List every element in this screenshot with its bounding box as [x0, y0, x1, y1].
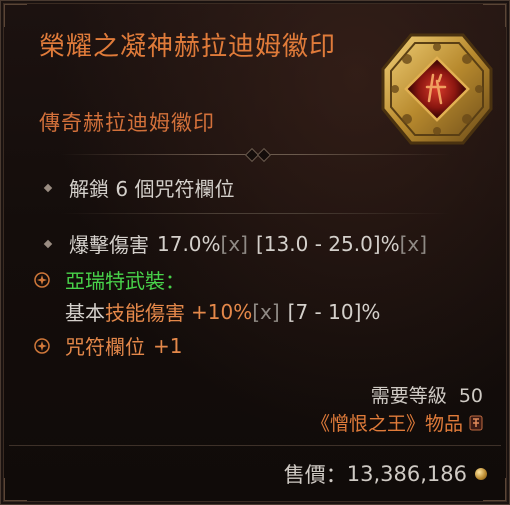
hexagonal-gold-sigil-icon	[381, 33, 493, 145]
level-value: 50	[458, 385, 483, 407]
aspect-range: [7 - 10]%	[287, 299, 381, 324]
item-tooltip: 榮耀之凝神赫拉迪姆徽印 傳奇赫拉迪姆徽印 解鎖 6 個咒符欄位 爆擊傷害 17.…	[0, 0, 510, 505]
item-title: 榮耀之凝神赫拉迪姆徽印	[39, 32, 337, 62]
expansion-tag: 《憎恨之王》物品	[311, 409, 483, 436]
rune-slot-label: 咒符欄位	[65, 335, 145, 359]
aspect-name: 亞瑞特武裝：	[65, 269, 185, 293]
affix-label: 爆擊傷害	[69, 233, 149, 257]
sell-value: 13,386,186	[346, 462, 467, 486]
rune-slot-value: +1	[153, 333, 183, 358]
aspect-keyword: 技能傷害	[105, 301, 185, 325]
sell-price: 售價： 13,386,186	[284, 459, 487, 489]
item-subtitle: 傳奇赫拉迪姆徽印	[39, 111, 215, 135]
bullet-icon	[43, 183, 53, 192]
affix-rune-slot: 咒符欄位 +1	[33, 331, 182, 360]
frame-corner	[4, 478, 27, 501]
affix-range: [13.0 - 25.0]%	[256, 231, 400, 256]
sell-label: 售價：	[283, 463, 347, 487]
expansion-emblem-icon	[469, 415, 483, 430]
aspect-line: 基本 技能傷害 +10% [x] [7 - 10]%	[65, 297, 380, 326]
level-requirement: 需要等級 50	[371, 381, 483, 408]
aspect-star-icon	[34, 271, 50, 288]
affix-value: 17.0%	[157, 231, 221, 256]
affix-crit-damage: 爆擊傷害 17.0% [x] [13.0 - 25.0]% [x]	[39, 229, 427, 258]
expansion-label: 《憎恨之王》物品	[310, 413, 463, 435]
section-divider	[61, 204, 451, 224]
footer-divider	[9, 445, 501, 446]
aspect-header: 亞瑞特武裝：	[33, 265, 185, 294]
affix-tag: [x]	[399, 231, 428, 256]
affix-tag: [x]	[220, 231, 248, 256]
affix-label: 解鎖 6 個咒符欄位	[69, 177, 235, 201]
frame-corner	[483, 4, 506, 27]
section-divider	[61, 145, 451, 165]
rune-star-icon	[34, 337, 50, 354]
level-label: 需要等級	[370, 385, 447, 407]
affix-sockets: 解鎖 6 個咒符欄位	[39, 173, 234, 202]
aspect-prefix: 基本	[65, 301, 105, 325]
aspect-value: +10%	[191, 299, 253, 324]
bullet-icon	[43, 239, 53, 248]
gold-coin-icon	[475, 468, 487, 480]
frame-corner	[4, 4, 27, 27]
affix-tag: [x]	[252, 299, 280, 324]
